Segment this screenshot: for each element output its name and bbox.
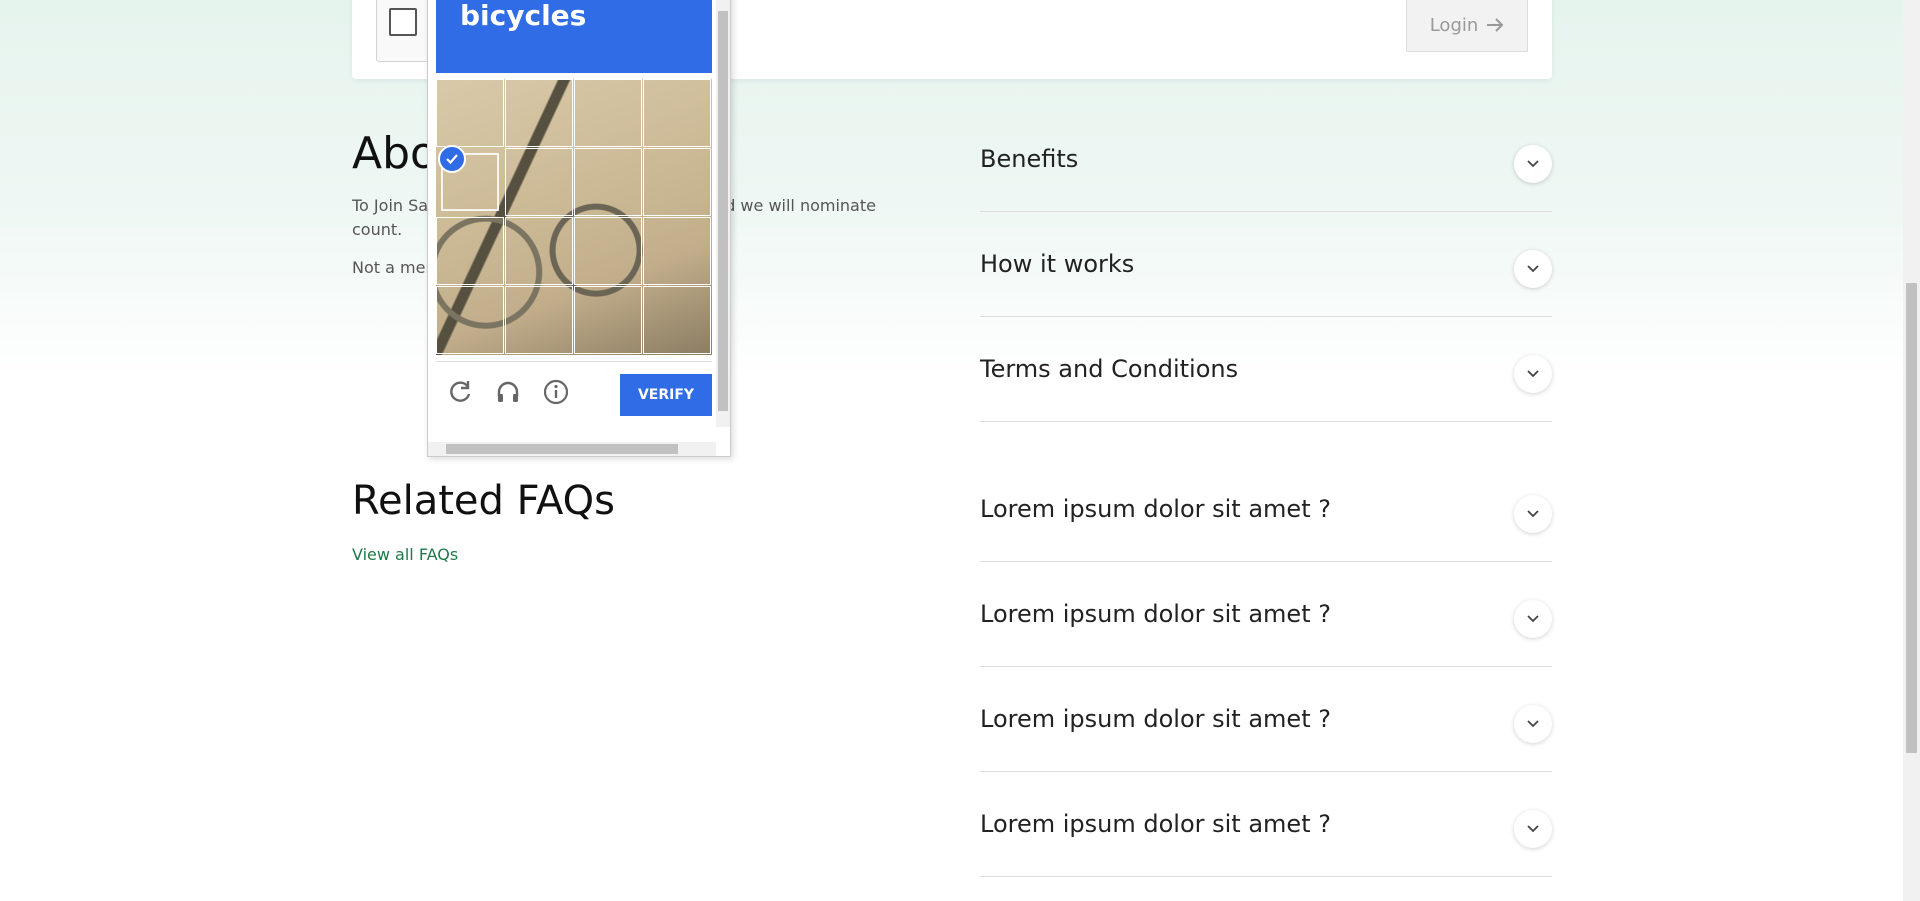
accordion-item-benefits[interactable]: Benefits: [980, 107, 1552, 212]
headphones-icon[interactable]: [494, 378, 522, 406]
chevron-down-icon[interactable]: [1514, 495, 1552, 533]
accordion-label: Terms and Conditions: [980, 355, 1239, 383]
captcha-tile[interactable]: [505, 286, 573, 354]
faq-question: Lorem ipsum dolor sit amet ?: [980, 600, 1331, 628]
captcha-header: bicycles: [436, 0, 712, 73]
login-button[interactable]: Login: [1406, 0, 1528, 52]
captcha-tile[interactable]: [643, 148, 711, 216]
chevron-down-icon[interactable]: [1514, 145, 1552, 183]
checkmark-icon: [438, 145, 466, 173]
faq-item[interactable]: Lorem ipsum dolor sit amet ?: [980, 457, 1552, 562]
view-all-faqs-link[interactable]: View all FAQs: [352, 545, 458, 564]
login-button-label: Login: [1429, 14, 1479, 36]
accordion-item-how-it-works[interactable]: How it works: [980, 212, 1552, 317]
chevron-down-icon[interactable]: [1514, 250, 1552, 288]
captcha-tile[interactable]: [436, 217, 504, 285]
captcha-tile[interactable]: [574, 79, 642, 147]
scrollbar-thumb[interactable]: [446, 444, 678, 454]
related-faqs-title: Related FAQs: [352, 478, 615, 524]
verify-button[interactable]: VERIFY: [620, 374, 712, 416]
faq-question: Lorem ipsum dolor sit amet ?: [980, 705, 1331, 733]
captcha-challenge-popup: bicycles VERIFY: [427, 0, 731, 457]
page-scrollbar-thumb[interactable]: [1906, 283, 1917, 753]
info-icon[interactable]: [542, 378, 570, 406]
chevron-down-icon[interactable]: [1514, 810, 1552, 848]
faq-question: Lorem ipsum dolor sit amet ?: [980, 810, 1331, 838]
faq-item[interactable]: Lorem ipsum dolor sit amet ?: [980, 772, 1552, 877]
captcha-tile[interactable]: [643, 217, 711, 285]
captcha-tile[interactable]: [574, 286, 642, 354]
captcha-vertical-scrollbar[interactable]: [716, 0, 730, 427]
arrow-right-icon: [1487, 18, 1504, 32]
about-title: Abo: [352, 128, 437, 179]
captcha-footer: VERIFY: [436, 361, 712, 420]
captcha-tile[interactable]: [643, 79, 711, 147]
accordion-label: How it works: [980, 250, 1135, 278]
captcha-horizontal-scrollbar[interactable]: [428, 442, 716, 456]
recaptcha-checkbox[interactable]: [389, 8, 417, 36]
page-scrollbar[interactable]: [1903, 0, 1920, 901]
accordion-label: Benefits: [980, 145, 1079, 173]
reload-icon[interactable]: [446, 378, 474, 406]
info-accordion: Benefits How it works Terms and Conditio…: [980, 107, 1552, 422]
captcha-tile[interactable]: [505, 79, 573, 147]
faq-item[interactable]: Lorem ipsum dolor sit amet ?: [980, 562, 1552, 667]
captcha-tile[interactable]: [574, 148, 642, 216]
captcha-tile[interactable]: [436, 79, 504, 147]
captcha-target-word: bicycles: [460, 0, 587, 32]
chevron-down-icon[interactable]: [1514, 355, 1552, 393]
captcha-tile[interactable]: [643, 286, 711, 354]
captcha-tile[interactable]: [436, 286, 504, 354]
chevron-down-icon[interactable]: [1514, 705, 1552, 743]
faq-item[interactable]: Lorem ipsum dolor sit amet ?: [980, 667, 1552, 772]
captcha-image-grid: [436, 79, 712, 355]
faq-accordion: Lorem ipsum dolor sit amet ? Lorem ipsum…: [980, 457, 1552, 877]
captcha-tile[interactable]: [574, 217, 642, 285]
accordion-item-terms[interactable]: Terms and Conditions: [980, 317, 1552, 422]
captcha-tile[interactable]: [505, 217, 573, 285]
scrollbar-thumb[interactable]: [718, 11, 728, 411]
captcha-tile[interactable]: [505, 148, 573, 216]
about-note: Not a mer: [352, 258, 433, 277]
chevron-down-icon[interactable]: [1514, 600, 1552, 638]
faq-question: Lorem ipsum dolor sit amet ?: [980, 495, 1331, 523]
